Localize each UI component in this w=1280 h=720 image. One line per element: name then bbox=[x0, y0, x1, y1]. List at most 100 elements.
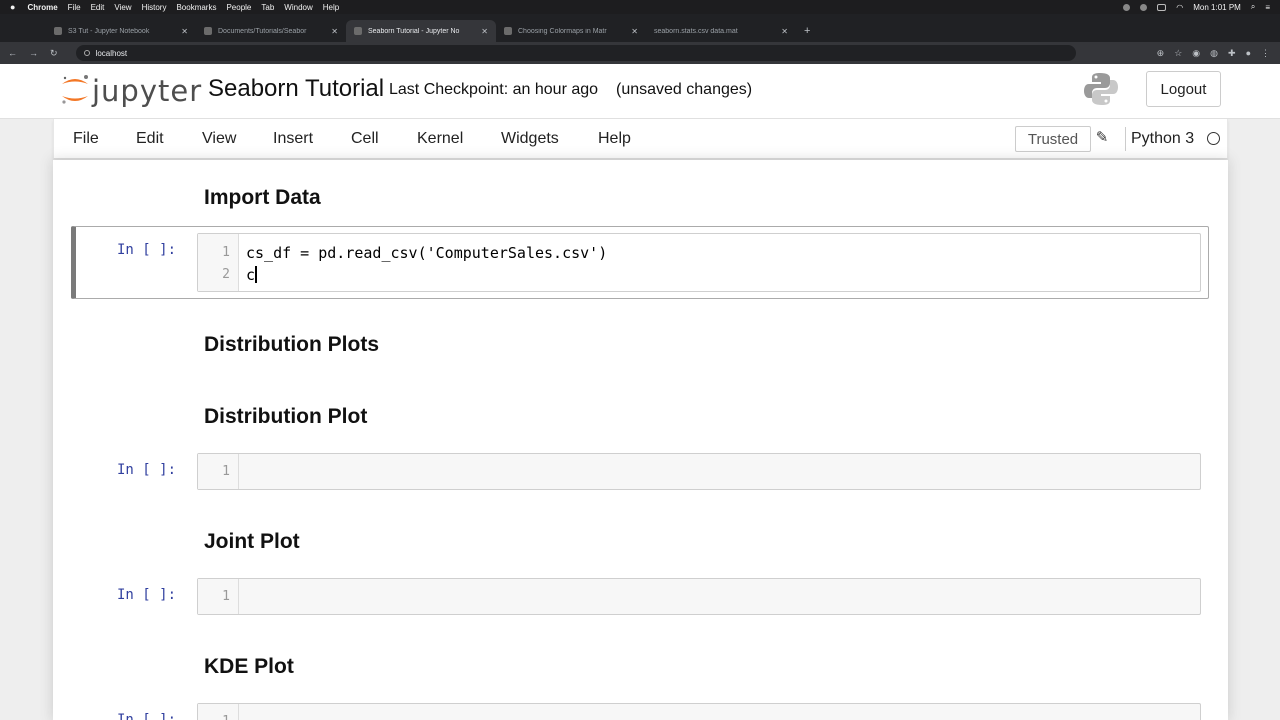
extensions-puzzle-icon[interactable]: ✚ bbox=[1228, 48, 1236, 59]
os-menu-bar: ● Chrome File Edit View History Bookmark… bbox=[0, 0, 1280, 14]
os-menu-app[interactable]: Chrome bbox=[27, 3, 57, 12]
status-icon[interactable] bbox=[1123, 3, 1131, 11]
markdown-heading-distribution-plots[interactable]: Distribution Plots bbox=[204, 333, 379, 357]
os-menu-bookmarks[interactable]: Bookmarks bbox=[176, 3, 216, 12]
browser-tab[interactable]: Documents/Tutorials/Seabor ✕ bbox=[196, 20, 346, 42]
tab-label: Documents/Tutorials/Seabor bbox=[218, 27, 307, 35]
battery-icon[interactable] bbox=[1157, 3, 1167, 11]
status-icon[interactable] bbox=[1140, 3, 1148, 11]
kernel-separator bbox=[1125, 127, 1126, 151]
notebook-menu-bar: File Edit View Insert Cell Kernel Widget… bbox=[53, 119, 1228, 159]
code-text: c bbox=[246, 266, 256, 284]
spotlight-icon[interactable]: ⌕ bbox=[1251, 2, 1255, 12]
profile-avatar-icon[interactable]: ● bbox=[1246, 48, 1251, 59]
os-menu-tab[interactable]: Tab bbox=[261, 3, 274, 12]
jupyter-logo-icon[interactable] bbox=[58, 72, 92, 106]
code-editor[interactable]: 1 2 cs_df = pd.read_csv('ComputerSales.c… bbox=[197, 233, 1201, 292]
url-text: localhost bbox=[95, 48, 128, 58]
code-editor[interactable]: 1 bbox=[197, 578, 1201, 615]
apple-menu-icon[interactable]: ● bbox=[10, 2, 15, 12]
clock[interactable]: Mon 1:01 PM bbox=[1193, 3, 1241, 12]
kernel-name[interactable]: Python 3 bbox=[1131, 130, 1194, 148]
edit-mode-pencil-icon: ✎ bbox=[1095, 129, 1109, 146]
menu-help[interactable]: Help bbox=[598, 130, 631, 148]
wifi-icon[interactable]: ◠ bbox=[1176, 3, 1183, 12]
os-menu-view[interactable]: View bbox=[114, 3, 131, 12]
cell-prompt: In [ ]: bbox=[117, 587, 177, 603]
line-number-gutter bbox=[198, 234, 239, 291]
trusted-indicator-button[interactable]: Trusted bbox=[1015, 126, 1091, 152]
line-number: 1 bbox=[222, 464, 230, 479]
menu-cell[interactable]: Cell bbox=[351, 130, 379, 148]
browser-tab[interactable]: Choosing Colormaps in Matr ✕ bbox=[496, 20, 646, 42]
code-line-with-cursor: c bbox=[246, 266, 257, 284]
logout-button[interactable]: Logout bbox=[1146, 71, 1221, 107]
menu-kernel[interactable]: Kernel bbox=[417, 130, 463, 148]
python-logo-icon bbox=[1084, 73, 1118, 105]
line-number: 2 bbox=[222, 267, 230, 282]
markdown-heading-import-data[interactable]: Import Data bbox=[204, 186, 321, 210]
tab-label: S3 Tut - Jupyter Notebook bbox=[68, 27, 150, 35]
kernel-idle-indicator-icon bbox=[1207, 132, 1220, 145]
cell-prompt: In [ ]: bbox=[117, 462, 177, 478]
os-menu-edit[interactable]: Edit bbox=[91, 3, 105, 12]
line-number: 1 bbox=[198, 714, 230, 720]
menu-insert[interactable]: Insert bbox=[273, 130, 313, 148]
browser-tab-active[interactable]: Seaborn Tutorial - Jupyter No ✕ bbox=[346, 20, 496, 42]
control-center-icon[interactable]: ≡ bbox=[1265, 3, 1270, 12]
cell-prompt: In [ ]: bbox=[117, 242, 177, 258]
address-bar[interactable]: localhost bbox=[75, 45, 1076, 61]
os-menu-history[interactable]: History bbox=[142, 3, 167, 12]
close-tab-icon[interactable]: ✕ bbox=[331, 27, 338, 36]
close-tab-icon[interactable]: ✕ bbox=[481, 27, 488, 36]
menu-view[interactable]: View bbox=[202, 130, 236, 148]
os-menu-help[interactable]: Help bbox=[323, 3, 339, 12]
markdown-heading-joint-plot[interactable]: Joint Plot bbox=[204, 530, 300, 554]
cell-prompt: In [ ]: bbox=[117, 712, 177, 720]
code-line: cs_df = pd.read_csv('ComputerSales.csv') bbox=[246, 244, 608, 262]
zoom-icon[interactable]: ⊕ bbox=[1157, 48, 1165, 59]
code-editor[interactable]: 1 bbox=[197, 453, 1201, 490]
checkpoint-status: Last Checkpoint: an hour ago bbox=[389, 81, 599, 98]
extension-icon[interactable]: ◉ bbox=[1192, 48, 1200, 59]
markdown-heading-distribution-plot[interactable]: Distribution Plot bbox=[204, 405, 367, 429]
text-cursor bbox=[255, 266, 257, 283]
jupyter-favicon-icon bbox=[54, 27, 62, 35]
code-editor[interactable]: 1 bbox=[197, 703, 1201, 720]
close-tab-icon[interactable]: ✕ bbox=[181, 27, 188, 36]
back-icon[interactable]: ← bbox=[8, 48, 17, 58]
browser-tab-strip: S3 Tut - Jupyter Notebook ✕ Documents/Tut… bbox=[0, 14, 1280, 42]
forward-icon[interactable]: → bbox=[29, 48, 38, 58]
os-menu-window[interactable]: Window bbox=[284, 3, 312, 12]
line-number: 1 bbox=[222, 245, 230, 260]
jupyter-header: jupyter Seaborn Tutorial Last Checkpoint… bbox=[0, 64, 1280, 119]
folder-favicon-icon bbox=[204, 27, 212, 35]
notebook-container: Import Data In [ ]: 1 2 cs_df = pd.read_… bbox=[53, 160, 1228, 720]
reload-icon[interactable]: ↻ bbox=[50, 48, 58, 59]
browser-tab[interactable]: seaborn.stats.csv data.mat ✕ bbox=[646, 20, 796, 42]
line-number: 1 bbox=[222, 589, 230, 604]
jupyter-wordmark: jupyter bbox=[92, 74, 203, 108]
tab-label: Seaborn Tutorial - Jupyter No bbox=[368, 27, 460, 35]
menu-edit[interactable]: Edit bbox=[136, 130, 164, 148]
notebook-title[interactable]: Seaborn Tutorial bbox=[208, 75, 384, 103]
menu-widgets[interactable]: Widgets bbox=[501, 130, 559, 148]
extension-icon[interactable]: ◍ bbox=[1210, 48, 1218, 59]
new-tab-icon[interactable]: + bbox=[796, 25, 818, 42]
tab-label: seaborn.stats.csv data.mat bbox=[654, 27, 738, 35]
browser-tab[interactable]: S3 Tut - Jupyter Notebook ✕ bbox=[46, 20, 196, 42]
site-info-icon[interactable] bbox=[83, 50, 90, 56]
jupyter-favicon-icon bbox=[354, 27, 362, 35]
close-tab-icon[interactable]: ✕ bbox=[631, 27, 638, 36]
os-menu-file[interactable]: File bbox=[68, 3, 81, 12]
markdown-heading-kde-plot[interactable]: KDE Plot bbox=[204, 655, 294, 679]
browser-toolbar: ← → ↻ localhost ⊕ ☆ ◉ ◍ ✚ ● ⋮ bbox=[0, 42, 1280, 64]
globe-favicon-icon bbox=[504, 27, 512, 35]
menu-file[interactable]: File bbox=[73, 130, 99, 148]
bookmark-star-icon[interactable]: ☆ bbox=[1174, 48, 1182, 59]
autosave-status: (unsaved changes) bbox=[616, 81, 753, 98]
tab-label: Choosing Colormaps in Matr bbox=[518, 27, 607, 35]
close-tab-icon[interactable]: ✕ bbox=[781, 27, 788, 36]
more-menu-icon[interactable]: ⋮ bbox=[1261, 48, 1270, 59]
os-menu-people[interactable]: People bbox=[226, 3, 251, 12]
